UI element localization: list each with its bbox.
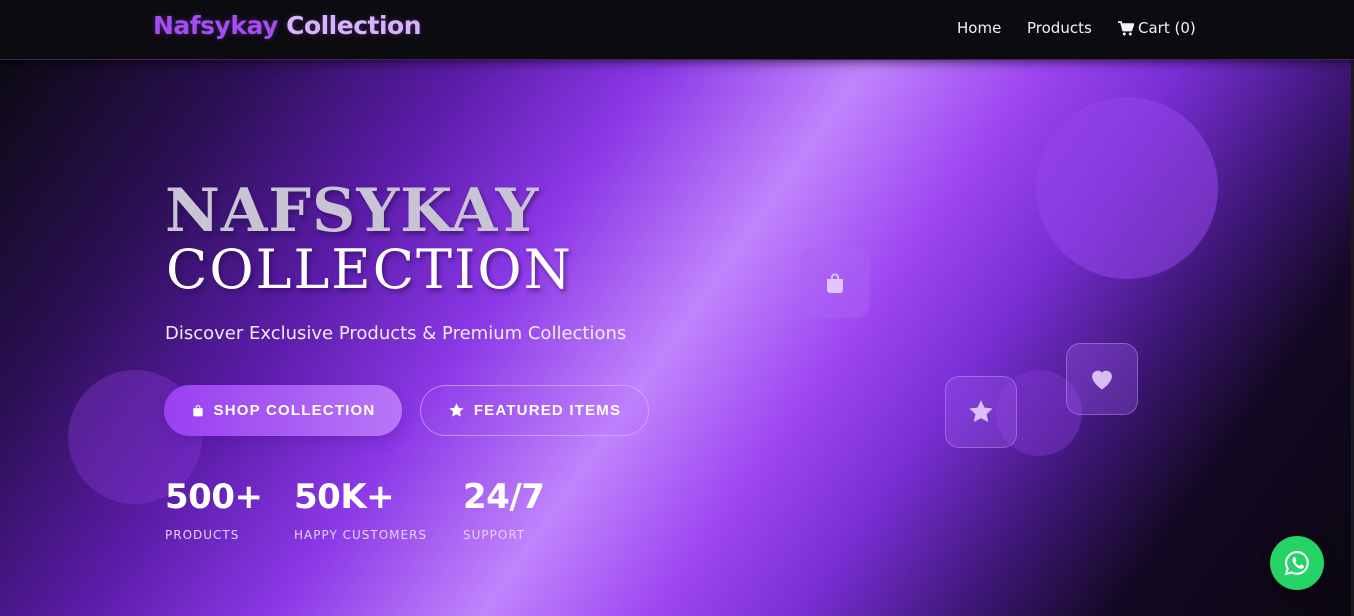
floating-heart-card	[1066, 343, 1138, 415]
whatsapp-chat-button[interactable]	[1270, 536, 1324, 590]
brand-name-part1: Nafsykay	[153, 11, 278, 40]
hero-subtitle: Discover Exclusive Products & Premium Co…	[165, 323, 627, 344]
nav-link-cart[interactable]: Cart (0)	[1118, 19, 1196, 37]
hero-title-line2: COLLECTION	[166, 238, 573, 301]
featured-items-label: FEATURED ITEMS	[473, 402, 622, 419]
stat-label-support: SUPPORT	[463, 528, 526, 542]
heart-icon	[1092, 370, 1112, 390]
brand-logo[interactable]: Nafsykay Collection	[153, 11, 422, 40]
whatsapp-icon	[1284, 551, 1309, 576]
shop-collection-label: SHOP COLLECTION	[213, 402, 376, 419]
shopping-bag-icon	[827, 273, 843, 293]
shopping-bag-icon	[192, 404, 203, 417]
shop-collection-button[interactable]: SHOP COLLECTION	[164, 385, 402, 436]
star-icon	[969, 400, 993, 423]
stat-label-customers: HAPPY CUSTOMERS	[294, 528, 428, 542]
stat-value-products: 500+	[165, 477, 263, 517]
navbar: Nafsykay Collection Home Products Cart (…	[0, 0, 1354, 60]
decorative-circle	[1036, 97, 1218, 279]
cart-icon	[1118, 20, 1134, 35]
hero-section: NAFSYKAY COLLECTION Discover Exclusive P…	[0, 60, 1351, 616]
star-icon	[449, 403, 464, 417]
brand-name-part2: Collection	[286, 11, 422, 40]
stat-label-products: PRODUCTS	[165, 528, 240, 542]
floating-bag-card	[800, 248, 870, 318]
stat-value-support: 24/7	[463, 477, 545, 517]
cart-label: Cart (0)	[1138, 19, 1196, 37]
nav-link-home[interactable]: Home	[957, 19, 1001, 37]
stat-value-customers: 50K+	[294, 477, 395, 517]
floating-star-card	[945, 376, 1017, 448]
hero-title-line1: NAFSYKAY	[165, 176, 540, 246]
nav-link-products[interactable]: Products	[1027, 19, 1092, 37]
featured-items-button[interactable]: FEATURED ITEMS	[420, 385, 649, 436]
